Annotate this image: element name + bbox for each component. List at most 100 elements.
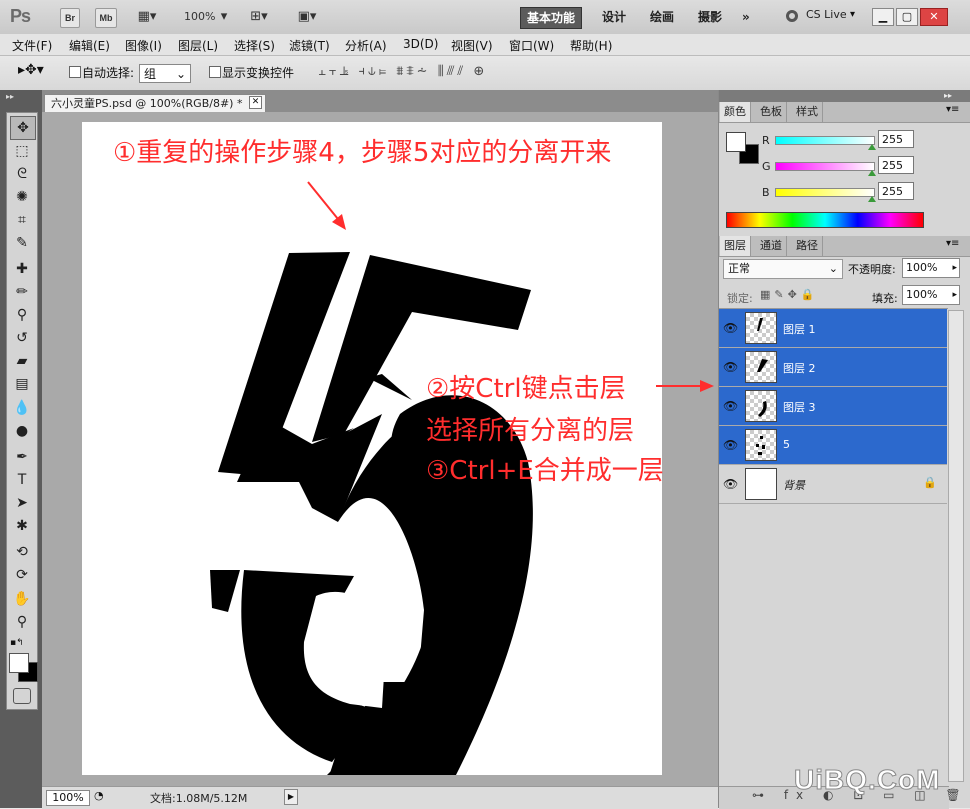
default-colors-icon[interactable]: ▪↰ (10, 638, 24, 648)
cs-live-dropdown-icon[interactable]: ▾ (850, 9, 855, 20)
menu-layer[interactable]: 图层(L) (178, 37, 218, 54)
tab-color[interactable]: 颜色 (720, 102, 751, 122)
hand-tool-icon[interactable]: ✋ (10, 588, 34, 610)
opacity-field[interactable]: 100% ▸ (902, 258, 960, 278)
zoom-tool-icon[interactable]: ⚲ (10, 611, 34, 633)
menu-3d[interactable]: 3D(D) (403, 37, 438, 51)
minimize-button[interactable]: ▁ (872, 8, 894, 26)
move-tool-preset-icon[interactable]: ▸✥▾ (18, 62, 44, 78)
layers-scrollbar[interactable] (948, 310, 964, 782)
crop-tool-icon[interactable]: ⌗ (10, 209, 34, 231)
clone-stamp-tool-icon[interactable]: ⚲ (10, 304, 34, 326)
eye-icon[interactable]: 👁 (723, 477, 738, 491)
healing-brush-tool-icon[interactable]: ✚ (10, 258, 34, 280)
pen-tool-icon[interactable]: ✒ (10, 446, 34, 468)
tab-styles[interactable]: 样式 (792, 102, 823, 122)
layer-row-1[interactable]: 👁 图层 1 (719, 309, 947, 348)
eye-icon[interactable]: 👁 (723, 360, 738, 374)
lock-icons[interactable]: ▦✎✥🔒 (760, 288, 819, 301)
menu-help[interactable]: 帮助(H) (570, 37, 612, 54)
blur-tool-icon[interactable]: 💧 (10, 397, 34, 419)
menu-filter[interactable]: 滤镜(T) (289, 37, 330, 54)
eye-icon[interactable]: 👁 (723, 438, 738, 452)
zoom-dropdown-icon[interactable]: ▾ (218, 8, 230, 26)
quick-mask-icon[interactable] (13, 688, 31, 704)
color-spectrum-bar[interactable] (726, 212, 924, 228)
tab-layers[interactable]: 图层 (720, 236, 751, 256)
close-tab-icon[interactable]: ✕ (249, 96, 262, 109)
3d-rotate-tool-icon[interactable]: ⟲ (10, 541, 34, 563)
g-value[interactable]: 255 (878, 156, 914, 174)
layers-panel-menu-icon[interactable]: ▾≡ (946, 238, 959, 249)
align-distribute-icons[interactable]: ⫠⫟⫡ ⫞⫝⫢ ⩩⩨⩪ ⫼⫻⫽ ⊕ (318, 64, 618, 82)
layer-row-background[interactable]: 👁 背景 🔒 (719, 465, 947, 504)
brush-tool-icon[interactable]: ✏ (10, 281, 34, 303)
marquee-tool-icon[interactable]: ⬚ (10, 140, 34, 162)
g-slider-thumb[interactable] (868, 170, 876, 176)
status-menu-arrow-icon[interactable]: ▶ (284, 789, 298, 805)
screen-mode-icon[interactable]: ▣▾ (292, 8, 322, 26)
gradient-tool-icon[interactable]: ▤ (10, 373, 34, 395)
r-slider-thumb[interactable] (868, 144, 876, 150)
3d-orbit-tool-icon[interactable]: ⟳ (10, 564, 34, 586)
toolbox-collapse-icon[interactable]: ▸▸ (6, 92, 14, 101)
color-foreground-swatch[interactable] (726, 132, 746, 152)
quick-selection-tool-icon[interactable]: ✺ (10, 186, 34, 208)
eyedropper-tool-icon[interactable]: ✎ (10, 232, 34, 254)
lasso-tool-icon[interactable]: ᘓ (10, 163, 34, 185)
b-slider[interactable] (775, 188, 875, 197)
fill-field[interactable]: 100% ▸ (902, 285, 960, 305)
tab-channels[interactable]: 通道 (756, 236, 787, 256)
layer-row-3[interactable]: 👁 图层 3 (719, 387, 947, 426)
auto-select-checkbox[interactable] (69, 66, 81, 78)
dodge-tool-icon[interactable]: ● (10, 420, 34, 442)
close-button[interactable]: ✕ (920, 8, 948, 26)
workspace-photography[interactable]: 摄影 (692, 7, 728, 27)
type-tool-icon[interactable]: T (10, 469, 34, 491)
foreground-color-swatch[interactable] (9, 653, 29, 673)
b-value[interactable]: 255 (878, 182, 914, 200)
maximize-button[interactable]: ▢ (896, 8, 918, 26)
panel-collapse-icon[interactable]: ▸▸ (944, 91, 952, 100)
menu-file[interactable]: 文件(F) (12, 37, 52, 54)
b-slider-thumb[interactable] (868, 196, 876, 202)
workspace-basic[interactable]: 基本功能 (520, 7, 583, 29)
blend-mode-dropdown[interactable]: 正常 ⌄ (723, 259, 843, 279)
color-panel-menu-icon[interactable]: ▾≡ (946, 104, 959, 115)
status-info-icon[interactable]: ◔ (94, 789, 104, 802)
menu-select[interactable]: 选择(S) (234, 37, 275, 54)
path-selection-tool-icon[interactable]: ➤ (10, 492, 34, 514)
document-tab[interactable]: 六小灵童PS.psd @ 100%(RGB/8#) * (44, 94, 266, 112)
show-transform-checkbox[interactable] (209, 66, 221, 78)
arrange-documents-icon[interactable]: ⊞▾ (244, 8, 274, 26)
cs-live-icon[interactable] (786, 10, 798, 22)
eye-icon[interactable]: 👁 (723, 399, 738, 413)
menu-window[interactable]: 窗口(W) (509, 37, 554, 54)
custom-shape-tool-icon[interactable]: ✱ (10, 515, 34, 537)
menu-view[interactable]: 视图(V) (451, 37, 493, 54)
mini-bridge-button[interactable]: Mb (95, 8, 117, 28)
workspace-design[interactable]: 设计 (596, 7, 632, 27)
eraser-tool-icon[interactable]: ▰ (10, 350, 34, 372)
tab-paths[interactable]: 路径 (792, 236, 823, 256)
bridge-button[interactable]: Br (60, 8, 80, 28)
r-slider[interactable] (775, 136, 875, 145)
layer-row-4[interactable]: 👁 5 (719, 426, 947, 465)
workspace-more[interactable]: » (736, 7, 756, 27)
eye-icon[interactable]: 👁 (723, 321, 738, 335)
cs-live-button[interactable]: CS Live (806, 8, 847, 21)
workspace-painting[interactable]: 绘画 (644, 7, 680, 27)
tab-swatches[interactable]: 色板 (756, 102, 787, 122)
move-tool-icon[interactable]: ✥ (10, 116, 36, 140)
menu-image[interactable]: 图像(I) (125, 37, 162, 54)
zoom-level[interactable]: 100% (184, 10, 215, 23)
menu-edit[interactable]: 编辑(E) (69, 37, 110, 54)
view-extras-icon[interactable]: ▦▾ (132, 8, 162, 26)
status-zoom-field[interactable]: 100% (46, 790, 90, 806)
layer-row-2[interactable]: 👁 图层 2 (719, 348, 947, 387)
auto-select-dropdown[interactable]: 组 ⌄ (139, 64, 191, 83)
history-brush-tool-icon[interactable]: ↺ (10, 327, 34, 349)
r-value[interactable]: 255 (878, 130, 914, 148)
menu-analysis[interactable]: 分析(A) (345, 37, 387, 54)
g-slider[interactable] (775, 162, 875, 171)
